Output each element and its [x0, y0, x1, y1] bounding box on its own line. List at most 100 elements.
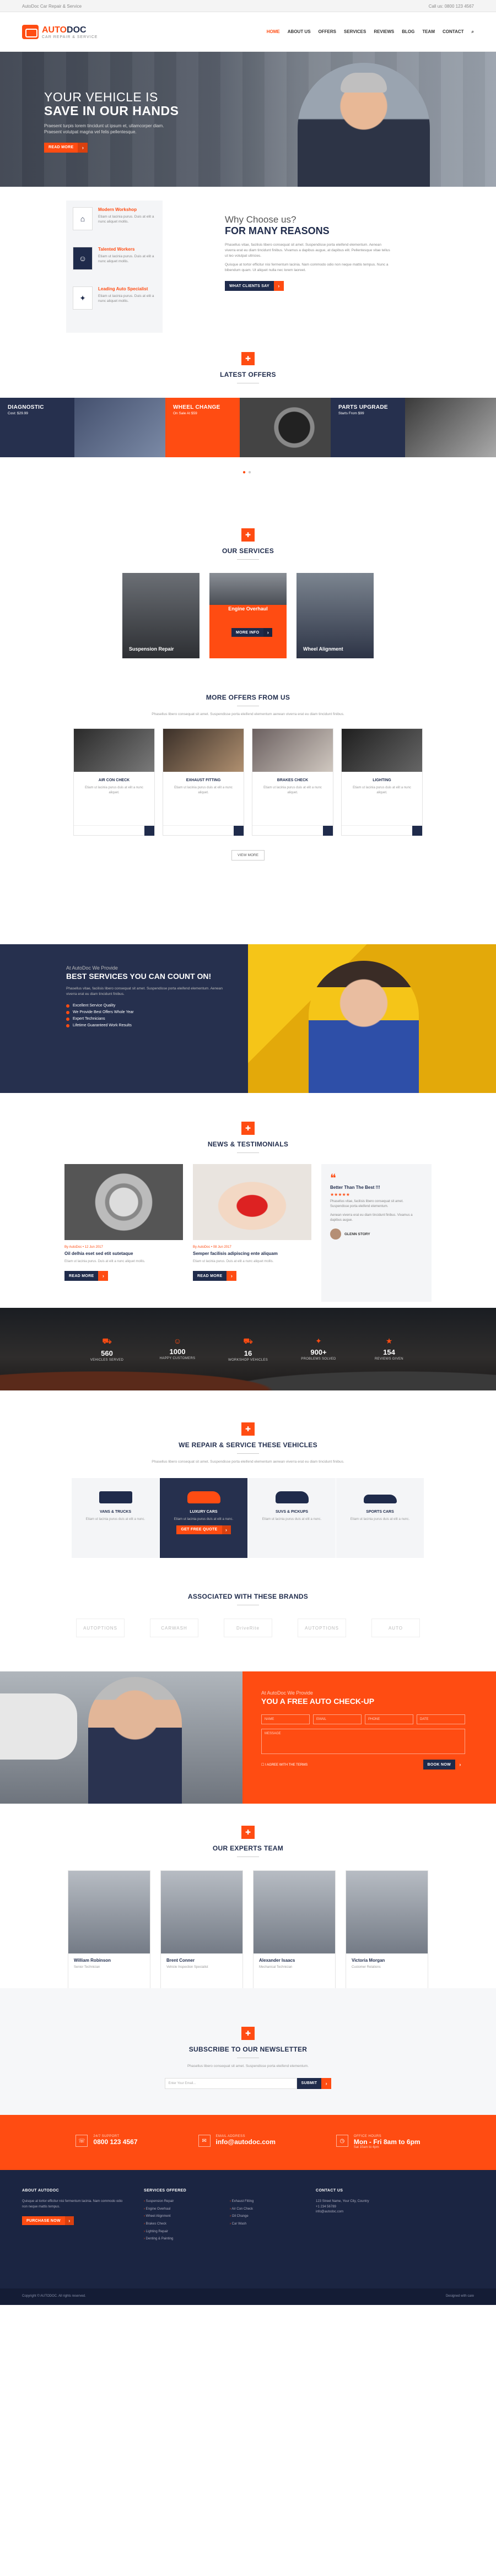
offer-image: [74, 728, 154, 772]
section-title: MORE OFFERS FROM US: [0, 694, 496, 706]
footer-link[interactable]: Air Con Check: [230, 2207, 296, 2212]
book-now-button[interactable]: BOOK NOW ›: [423, 1760, 465, 1769]
stat-number: 1000: [169, 1347, 186, 1356]
phone-field[interactable]: PHONE: [365, 1714, 413, 1724]
feature-title: Leading Auto Specialist: [98, 286, 148, 291]
team-member-card[interactable]: Brent Conner Vehicle Inspection Specialis…: [160, 1870, 243, 1989]
feature-card[interactable]: ✦ Leading Auto Specialist Etiam ut lacinia…: [73, 286, 156, 317]
vehicle-card[interactable]: SUVS & PICKUPS Etiam ut lacinia purus dui…: [248, 1478, 336, 1558]
contact-value[interactable]: info@autodoc.com: [216, 2138, 276, 2146]
footer-link[interactable]: Brakes Check: [144, 2222, 210, 2227]
service-card[interactable]: Wheel Alignment: [296, 573, 374, 658]
nav-reviews[interactable]: REVIEWS: [374, 29, 394, 35]
offer-card[interactable]: DIAGNOSTIC Cost: $29.99: [0, 398, 165, 457]
footer-about: Quisque at tortor efficitur nisi ferment…: [22, 2200, 123, 2209]
offer-tile[interactable]: BRAKES CHECK Etiam ut lacinia purus duis …: [252, 728, 333, 836]
footer-link[interactable]: Suspension Repair: [144, 2199, 210, 2205]
logo[interactable]: AUTODOC CAR REPAIR & SERVICE: [22, 25, 98, 39]
email-field[interactable]: EMAIL: [313, 1714, 362, 1724]
more-info-button[interactable]: MORE INFO ›: [231, 628, 273, 637]
vehicle-text: Etiam ut lacinia purus duis at elit a nu…: [262, 1517, 322, 1521]
plus-icon[interactable]: [234, 825, 244, 836]
news-image[interactable]: [193, 1164, 311, 1240]
vehicle-card[interactable]: LUXURY CARS Etiam ut lacinia purus duis a…: [160, 1478, 248, 1558]
arrow-right-icon: ›: [227, 1271, 237, 1281]
rating-stars-icon: ★★★★★: [330, 1192, 350, 1197]
arrow-right-icon: ›: [321, 2077, 332, 2089]
footer-link[interactable]: Denting & Painting: [144, 2237, 210, 2242]
message-field[interactable]: MESSAGE: [261, 1729, 465, 1754]
member-role: Customer Relations: [352, 1966, 381, 1969]
brand-logo[interactable]: AUTO: [371, 1619, 420, 1637]
subscribe-button[interactable]: SUBMIT ›: [296, 2077, 332, 2089]
nav-blog[interactable]: BLOG: [402, 29, 414, 35]
contact-item: ✉ EMAIL ADDRESS info@autodoc.com: [198, 2135, 276, 2170]
brand-logo[interactable]: DriveRite: [224, 1619, 272, 1637]
view-more-button[interactable]: VIEW MORE: [231, 849, 265, 861]
nav-offers[interactable]: OFFERS: [319, 29, 336, 35]
nav-about[interactable]: ABOUT US: [288, 29, 311, 35]
feature-card[interactable]: ⌂ Modern Workshop Etiam ut lacinia purus. …: [73, 207, 156, 238]
purchase-now-button[interactable]: PURCHASE NOW ›: [22, 2216, 74, 2226]
service-image: [209, 573, 287, 605]
team-member-card[interactable]: Alexander Isaacs Mechanical Technician: [253, 1870, 336, 1989]
newsletter-email-input[interactable]: Enter Your Email...: [164, 2077, 297, 2089]
read-more-button[interactable]: READ MORE ›: [64, 1271, 109, 1281]
news-title[interactable]: Semper facilisis adipiscing ente aliquam: [193, 1251, 311, 1256]
team-member-card[interactable]: William Robinson Senior Technician: [68, 1870, 150, 1989]
checkbox-label: I AGREE WITH THE TERMS: [265, 1763, 308, 1767]
contact-value[interactable]: 0800 123 4567: [93, 2138, 137, 2146]
latest-offers-section: ✚ LATEST OFFERS DIAGNOSTIC Cost: $29.99 W…: [0, 352, 496, 528]
section-title: ASSOCIATED WITH THESE BRANDS: [0, 1593, 496, 1605]
date-field[interactable]: DATE: [417, 1714, 465, 1724]
feature-title: Modern Workshop: [98, 207, 137, 212]
vehicle-card[interactable]: SPORTS CARS Etiam ut lacinia purus duis a…: [336, 1478, 424, 1558]
service-card[interactable]: Engine Overhaul MORE INFO ›: [209, 573, 287, 658]
service-caption: Wheel Alignment: [303, 646, 343, 652]
footer-link[interactable]: Engine Overhaul: [144, 2207, 210, 2212]
name-field[interactable]: NAME: [261, 1714, 310, 1724]
footer-email[interactable]: info@autodoc.com: [316, 2210, 418, 2215]
footer-link[interactable]: Car Wash: [230, 2222, 296, 2227]
plus-icon[interactable]: [412, 825, 422, 836]
stat-item: ⛟ 560 VEHICLES SERVED: [85, 1336, 129, 1362]
service-card[interactable]: Suspension Repair: [122, 573, 200, 658]
nav-services[interactable]: SERVICES: [344, 29, 366, 35]
stat-label: HAPPY CUSTOMERS: [159, 1357, 196, 1360]
offer-card[interactable]: WHEEL CHANGE On Sale At $59: [165, 398, 331, 457]
section-title: OUR SERVICES: [0, 547, 496, 560]
news-image[interactable]: [64, 1164, 183, 1240]
hero-read-more-button[interactable]: READ MORE ›: [44, 142, 88, 153]
offer-tile[interactable]: AIR CON CHECK Etiam ut lacinia purus duis…: [73, 728, 155, 836]
wrench-icon: ✦: [315, 1336, 322, 1345]
footer-link[interactable]: Lighting Repair: [144, 2229, 210, 2235]
nav-home[interactable]: HOME: [267, 29, 280, 35]
hero-text: Praesent turpis lorem tincidunt ut ipsum…: [44, 123, 164, 134]
plus-icon[interactable]: [144, 825, 154, 836]
vehicle-card[interactable]: VANS & TRUCKS Etiam ut lacinia purus duis…: [72, 1478, 160, 1558]
offer-tile[interactable]: EXHAUST FITTING Etiam ut lacinia purus du…: [163, 728, 244, 836]
carousel-dots[interactable]: ●●: [0, 469, 496, 475]
nav-contact[interactable]: CONTACT: [443, 29, 464, 35]
brand-logo[interactable]: CARWASH: [150, 1619, 198, 1637]
feature-card[interactable]: ☺ Talented Workers Etiam ut lacinia purus.…: [73, 247, 156, 278]
offer-card[interactable]: PARTS UPGRADE Starts From $99: [331, 398, 496, 457]
terms-checkbox[interactable]: ☐ I AGREE WITH THE TERMS: [261, 1763, 308, 1767]
nav-team[interactable]: TEAM: [422, 29, 435, 35]
team-member-card[interactable]: Victoria Morgan Customer Relations: [346, 1870, 428, 1989]
get-free-quote-button[interactable]: GET FREE QUOTE ›: [176, 1525, 231, 1534]
footer-phone[interactable]: +1 234 56789: [316, 2205, 418, 2210]
what-clients-say-button[interactable]: WHAT CLIENTS SAY ›: [225, 281, 284, 291]
plus-icon[interactable]: [323, 825, 333, 836]
section-icon: ✚: [241, 528, 255, 542]
vehicle-title: LUXURY CARS: [190, 1509, 218, 1514]
search-icon[interactable]: ⌕: [472, 29, 474, 35]
news-title[interactable]: Oil delhia eset sed etit sutetaque: [64, 1251, 183, 1256]
read-more-button[interactable]: READ MORE ›: [193, 1271, 237, 1281]
offer-tile[interactable]: LIGHTING Etiam ut lacinia purus duis at e…: [341, 728, 423, 836]
brand-logo[interactable]: AUTOPTIONS: [76, 1619, 125, 1637]
footer-link[interactable]: Exhaust Fitting: [230, 2199, 296, 2205]
footer-link[interactable]: Oil Change: [230, 2214, 296, 2220]
brand-logo[interactable]: AUTOPTIONS: [298, 1619, 346, 1637]
footer-link[interactable]: Wheel Alignment: [144, 2214, 210, 2220]
